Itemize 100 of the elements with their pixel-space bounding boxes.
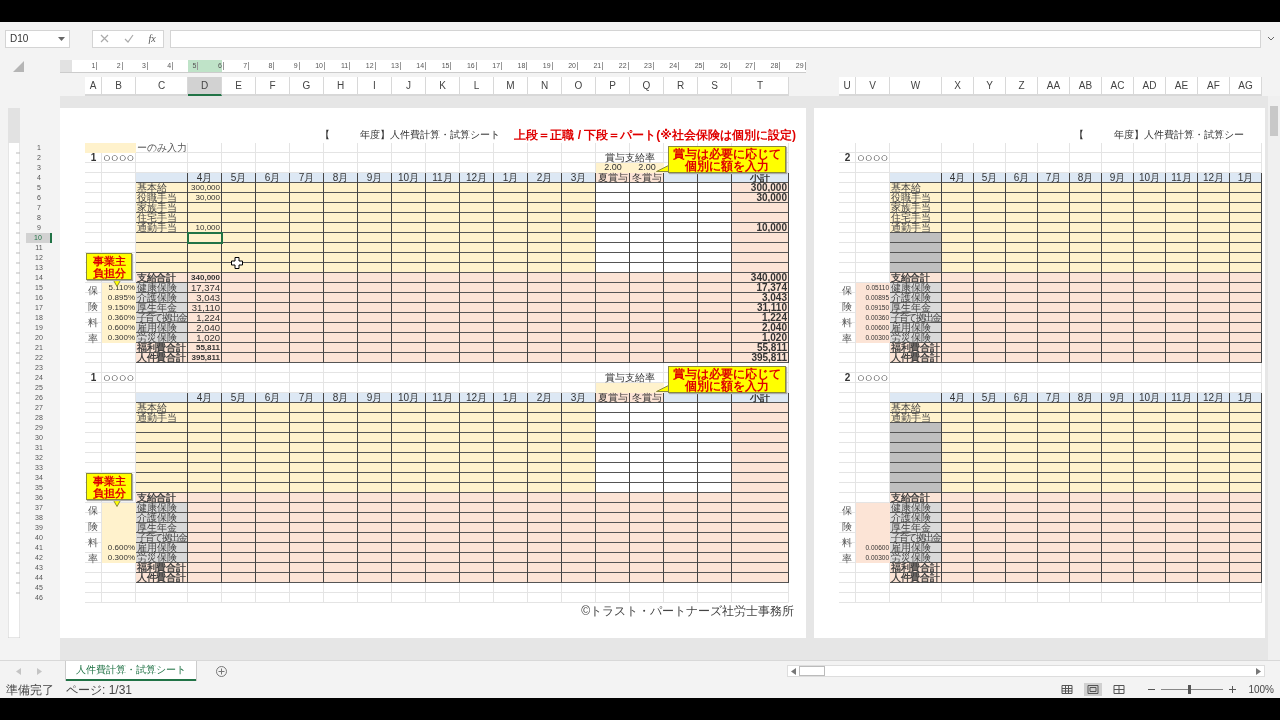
scroll-right-icon[interactable] [1256, 667, 1261, 675]
column-header[interactable]: AF [1198, 77, 1230, 96]
header-cell [136, 393, 188, 403]
sheet-tab[interactable]: 人件費計算・試算シート [66, 661, 196, 681]
input-note: ーのみ入力 [136, 143, 188, 153]
table-cell: 0.600% [102, 323, 136, 333]
zoom-in-icon[interactable] [1229, 686, 1237, 693]
zoom-out-icon[interactable] [1148, 686, 1156, 693]
header-cell [664, 173, 698, 183]
bonus-header: 冬賞与 [630, 393, 664, 403]
column-header[interactable]: N [528, 77, 562, 96]
table-cell: 5.110% [102, 283, 136, 293]
callout: 事業主 負担分 [86, 253, 132, 280]
table-cell: 2,040 [732, 323, 789, 333]
caret-icon[interactable] [58, 36, 65, 41]
column-header[interactable]: L [460, 77, 494, 96]
column-header[interactable]: G [290, 77, 324, 96]
table-cell: 0.300% [102, 553, 136, 563]
row-label: 人件費合計 [136, 573, 188, 583]
page-layout-icon[interactable] [1084, 683, 1103, 696]
column-header[interactable]: A [85, 77, 102, 96]
column-header[interactable]: T [732, 77, 789, 96]
header-cell [890, 173, 942, 183]
vertical-scrollbar[interactable] [1268, 96, 1280, 660]
column-header[interactable]: W [890, 77, 942, 96]
column-header[interactable]: U [839, 77, 856, 96]
callout: 事業主 負担分 [86, 473, 132, 500]
table-cell: 300,000 [732, 183, 789, 193]
row-label: 基本給 [136, 403, 188, 413]
table-cell: 0.895% [102, 293, 136, 303]
employee-number: 2 [843, 373, 852, 383]
table-cell: 9.150% [102, 303, 136, 313]
callout: 賞与は必要に応じて 個別に額を入力 [668, 366, 786, 393]
table-cell: 2.00 [596, 163, 630, 173]
column-header[interactable]: C [136, 77, 188, 96]
callout: 賞与は必要に応じて 個別に額を入力 [668, 146, 786, 173]
row-label: 住宅手当 [136, 213, 188, 223]
column-header[interactable]: R [664, 77, 698, 96]
column-header[interactable]: J [392, 77, 426, 96]
column-header[interactable]: P [596, 77, 630, 96]
column-header[interactable]: Y [974, 77, 1006, 96]
column-header[interactable]: AC [1102, 77, 1134, 96]
callout-pointer [656, 165, 669, 172]
scroll-left-icon[interactable] [791, 667, 796, 675]
insert-function-button[interactable]: fx [148, 33, 156, 44]
column-header[interactable]: Z [1006, 77, 1038, 96]
column-header[interactable]: Q [630, 77, 664, 96]
check-icon[interactable] [123, 34, 134, 43]
column-header[interactable]: X [942, 77, 974, 96]
table-cell: 0.300% [102, 333, 136, 343]
row-label: 基本給 [136, 183, 188, 193]
table-cell: 3,043 [732, 293, 789, 303]
table-cell: 0.600% [102, 543, 136, 553]
add-sheet-icon[interactable] [216, 665, 227, 677]
column-header[interactable]: D [188, 77, 222, 96]
column-header[interactable]: E [222, 77, 256, 96]
employee-name: ○○○○ [856, 373, 890, 383]
column-header[interactable]: M [494, 77, 528, 96]
callout-pointer [656, 385, 669, 392]
horizontal-scrollbar[interactable] [787, 665, 1265, 677]
table-cell: 17,374 [732, 283, 789, 293]
column-header[interactable]: S [698, 77, 732, 96]
row-label: 住宅手当 [890, 213, 942, 223]
employee-number: 1 [89, 373, 98, 383]
row-label: 人件費合計 [890, 573, 942, 583]
zoom-thumb[interactable] [1188, 685, 1192, 694]
page-count: ページ: 1/31 [66, 682, 133, 697]
column-header[interactable]: AA [1038, 77, 1070, 96]
bonus-rate-label: 賞与支給率 [605, 153, 655, 163]
formula-input[interactable] [170, 29, 1261, 48]
column-header[interactable]: B [102, 77, 136, 96]
name-box[interactable]: D10 [5, 29, 70, 48]
expand-icon[interactable] [1267, 36, 1275, 41]
table-cell: 31,110 [732, 303, 789, 313]
column-header[interactable]: AD [1134, 77, 1166, 96]
employee-name: ○○○○ [102, 153, 136, 163]
column-header[interactable]: AE [1166, 77, 1198, 96]
table-cell: 0.360% [102, 313, 136, 323]
row-label: 人件費合計 [136, 353, 188, 363]
cancel-icon[interactable] [100, 34, 110, 43]
page-title: 【 年度】人件費計算・試算シート [320, 129, 500, 141]
column-header[interactable]: I [358, 77, 392, 96]
table-cell: 1,020 [732, 333, 789, 343]
column-header[interactable]: AB [1070, 77, 1102, 96]
status-text: 準備完了 [6, 682, 54, 697]
column-header[interactable]: F [256, 77, 290, 96]
row-label: 基本給 [890, 403, 942, 413]
zoom-level[interactable]: 100% [1248, 682, 1274, 697]
column-header[interactable]: O [562, 77, 596, 96]
column-header[interactable]: V [856, 77, 890, 96]
insurance-rate-label: 保険料率 [842, 504, 852, 566]
table-cell: 1,224 [732, 313, 789, 323]
column-header[interactable]: K [426, 77, 460, 96]
header-cell [698, 173, 732, 183]
table-cell: 55,811 [732, 343, 789, 353]
employee-name: ○○○○ [856, 153, 890, 163]
column-header[interactable]: AG [1230, 77, 1262, 96]
bonus-header: 夏賞与 [596, 393, 630, 403]
column-header[interactable]: H [324, 77, 358, 96]
header-cell [136, 173, 188, 183]
